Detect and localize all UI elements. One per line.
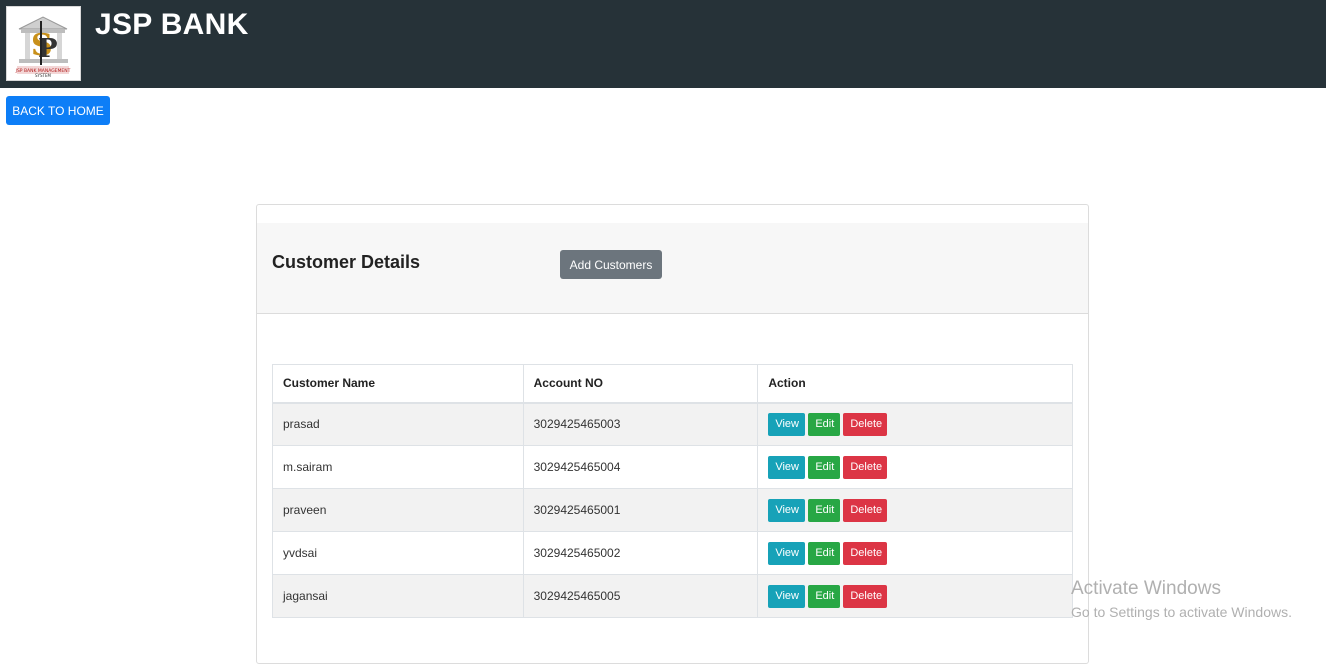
view-button[interactable]: View bbox=[768, 498, 806, 522]
watermark-title: Activate Windows bbox=[1071, 578, 1221, 599]
customers-table: Customer Name Account NO Action prasad 3… bbox=[272, 364, 1073, 618]
edit-button[interactable]: Edit bbox=[808, 541, 841, 565]
edit-button[interactable]: Edit bbox=[808, 584, 841, 608]
action-cell: View Edit Delete bbox=[757, 488, 1073, 532]
action-cell: View Edit Delete bbox=[757, 574, 1073, 618]
header-action: Action bbox=[757, 364, 1073, 404]
card-header: Customer Details Add Customers bbox=[257, 223, 1088, 314]
watermark-subtitle: Go to Settings to activate Windows. bbox=[1071, 604, 1292, 620]
table-row: m.sairam 3029425465004 View Edit Delete bbox=[272, 445, 1073, 489]
delete-button[interactable]: Delete bbox=[843, 541, 888, 565]
customer-name-cell: yvdsai bbox=[272, 531, 524, 575]
brand-title: JSP BANK bbox=[95, 8, 249, 41]
edit-button[interactable]: Edit bbox=[808, 412, 841, 436]
action-cell: View Edit Delete bbox=[757, 445, 1073, 489]
delete-button[interactable]: Delete bbox=[843, 584, 888, 608]
card-title: Customer Details bbox=[272, 252, 421, 272]
view-button[interactable]: View bbox=[768, 455, 806, 479]
table-row: yvdsai 3029425465002 View Edit Delete bbox=[272, 531, 1073, 575]
edit-button[interactable]: Edit bbox=[808, 498, 841, 522]
view-button[interactable]: View bbox=[768, 541, 806, 565]
table-header-row: Customer Name Account NO Action bbox=[272, 364, 1073, 404]
account-no-cell: 3029425465002 bbox=[522, 531, 759, 575]
top-navbar: S P JSP BANK MANAGEMENT SYSTEM JSP BANK bbox=[0, 0, 1326, 88]
header-customer-name: Customer Name bbox=[272, 364, 524, 404]
account-no-cell: 3029425465004 bbox=[522, 445, 759, 489]
delete-button[interactable]: Delete bbox=[843, 455, 888, 479]
bank-logo-icon: S P JSP BANK MANAGEMENT SYSTEM bbox=[6, 6, 81, 81]
view-button[interactable]: View bbox=[768, 584, 806, 608]
activate-windows-watermark: Activate Windows Go to Settings to activ… bbox=[1071, 578, 1292, 620]
customer-name-cell: jagansai bbox=[272, 574, 524, 618]
customer-name-cell: prasad bbox=[272, 402, 524, 446]
action-cell: View Edit Delete bbox=[757, 402, 1073, 446]
table-row: prasad 3029425465003 View Edit Delete bbox=[272, 402, 1073, 446]
header-account-no: Account NO bbox=[522, 364, 759, 404]
customer-card: Customer Details Add Customers Customer … bbox=[256, 204, 1089, 664]
account-no-cell: 3029425465003 bbox=[522, 402, 759, 446]
account-no-cell: 3029425465005 bbox=[522, 574, 759, 618]
delete-button[interactable]: Delete bbox=[843, 412, 888, 436]
table-row: praveen 3029425465001 View Edit Delete bbox=[272, 488, 1073, 532]
customer-name-cell: praveen bbox=[272, 488, 524, 532]
edit-button[interactable]: Edit bbox=[808, 455, 841, 479]
account-no-cell: 3029425465001 bbox=[522, 488, 759, 532]
add-customers-button[interactable]: Add Customers bbox=[560, 250, 662, 279]
svg-text:SYSTEM: SYSTEM bbox=[35, 73, 51, 78]
view-button[interactable]: View bbox=[768, 412, 806, 436]
table-row: jagansai 3029425465005 View Edit Delete bbox=[272, 574, 1073, 618]
customer-name-cell: m.sairam bbox=[272, 445, 524, 489]
delete-button[interactable]: Delete bbox=[843, 498, 888, 522]
back-to-home-button[interactable]: BACK TO HOME bbox=[6, 96, 110, 125]
action-cell: View Edit Delete bbox=[757, 531, 1073, 575]
